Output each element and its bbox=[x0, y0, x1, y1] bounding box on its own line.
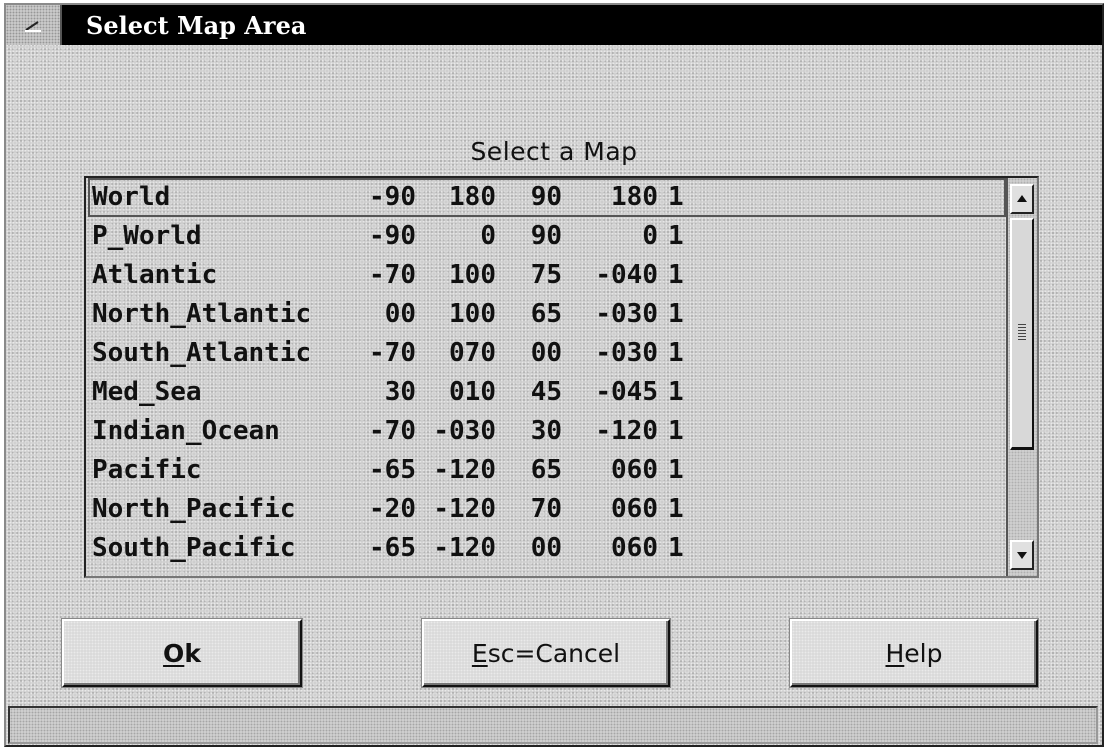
list-cell-a: -65 bbox=[369, 533, 416, 563]
list-cell-a: -90 bbox=[369, 221, 416, 251]
window-title: Select Map Area bbox=[86, 11, 307, 40]
list-cell-a: -70 bbox=[369, 338, 416, 368]
list-cell-a: -70 bbox=[369, 260, 416, 290]
scrollbar-thumb[interactable] bbox=[1010, 218, 1034, 450]
list-cell-d: -040 bbox=[595, 260, 658, 290]
list-cell-d: 0 bbox=[642, 221, 658, 251]
list-cell-e: 1 bbox=[668, 221, 684, 251]
ok-button[interactable]: Ok bbox=[62, 619, 302, 687]
list-cell-name: Atlantic bbox=[92, 260, 218, 290]
cancel-label-rest: sc=Cancel bbox=[487, 638, 621, 668]
list-cell-e: 1 bbox=[668, 416, 684, 446]
list-cell-c: 90 bbox=[530, 221, 562, 251]
list-item[interactable]: South_Pacific -65 -120 00 060 1 bbox=[88, 529, 1006, 568]
list-item[interactable]: South_Atlantic -70 070 00 -030 1 bbox=[88, 334, 1006, 373]
list-cell-b: 070 bbox=[449, 338, 496, 368]
list-cell-a: -65 bbox=[369, 455, 416, 485]
cancel-button-label: Esc=Cancel bbox=[472, 639, 620, 668]
help-label-rest: elp bbox=[904, 638, 943, 668]
list-cell-d: 060 bbox=[611, 533, 658, 563]
list-cell-e: 1 bbox=[668, 455, 684, 485]
window-menu-icon bbox=[25, 21, 41, 32]
list-item[interactable]: P_World -90 0 90 0 1 bbox=[88, 217, 1006, 256]
list-cell-name: South_Pacific bbox=[92, 533, 296, 563]
list-cell-d: -045 bbox=[595, 377, 658, 407]
list-cell-name: P_World bbox=[92, 221, 202, 251]
list-cell-a: 30 bbox=[384, 377, 416, 407]
list-cell-b: -120 bbox=[433, 455, 496, 485]
list-cell-b: -120 bbox=[433, 494, 496, 524]
system-menu-button[interactable] bbox=[6, 5, 62, 45]
help-mnemonic: H bbox=[885, 638, 905, 668]
list-cell-e: 1 bbox=[668, 299, 684, 329]
list-cell-c: 45 bbox=[530, 377, 562, 407]
list-cell-b: 010 bbox=[449, 377, 496, 407]
list-cell-a: 00 bbox=[384, 299, 416, 329]
list-item[interactable]: Atlantic -70 100 75 -040 1 bbox=[88, 256, 1006, 295]
vertical-scrollbar[interactable] bbox=[1006, 178, 1037, 576]
select-map-area-dialog: Select Map Area Select a Map World -90 180… bbox=[4, 3, 1104, 747]
list-cell-d: -030 bbox=[595, 338, 658, 368]
list-cell-a: -20 bbox=[369, 494, 416, 524]
arrow-down-icon bbox=[1017, 552, 1027, 559]
title-bar: Select Map Area bbox=[6, 5, 1102, 45]
list-cell-c: 30 bbox=[530, 416, 562, 446]
map-listbox[interactable]: World -90 180 90 180 1 P_World -90 0 90 0 1 Atlantic… bbox=[84, 176, 1039, 578]
list-cell-e: 1 bbox=[668, 338, 684, 368]
scroll-up-button[interactable] bbox=[1010, 184, 1034, 214]
list-cell-e: 1 bbox=[668, 260, 684, 290]
list-cell-b: 100 bbox=[449, 260, 496, 290]
ok-mnemonic: O bbox=[163, 638, 185, 668]
list-cell-d: 060 bbox=[611, 455, 658, 485]
list-cell-b: -120 bbox=[433, 533, 496, 563]
list-item[interactable]: Pacific -65 -120 65 060 1 bbox=[88, 451, 1006, 490]
list-cell-b: 100 bbox=[449, 299, 496, 329]
list-item[interactable]: World -90 180 90 180 1 bbox=[88, 178, 1006, 217]
list-cell-c: 00 bbox=[530, 338, 562, 368]
list-cell-b: 180 bbox=[449, 182, 496, 212]
list-item[interactable]: Indian_Ocean -70 -030 30 -120 1 bbox=[88, 412, 1006, 451]
ok-button-label: Ok bbox=[163, 639, 201, 668]
list-cell-name: North_Atlantic bbox=[92, 299, 312, 329]
list-cell-name: North_Pacific bbox=[92, 494, 296, 524]
scroll-down-button[interactable] bbox=[1010, 540, 1034, 570]
map-list: World -90 180 90 180 1 P_World -90 0 90 0 1 Atlantic… bbox=[88, 178, 1006, 568]
list-cell-d: 180 bbox=[611, 182, 658, 212]
list-cell-d: -120 bbox=[595, 416, 658, 446]
list-item[interactable]: North_Atlantic 00 100 65 -030 1 bbox=[88, 295, 1006, 334]
list-cell-c: 00 bbox=[530, 533, 562, 563]
list-cell-a: -90 bbox=[369, 182, 416, 212]
list-cell-b: 0 bbox=[480, 221, 496, 251]
ok-label-rest: k bbox=[184, 638, 201, 668]
arrow-up-icon bbox=[1017, 195, 1027, 202]
list-item[interactable]: Med_Sea 30 010 45 -045 1 bbox=[88, 373, 1006, 412]
list-cell-c: 65 bbox=[530, 455, 562, 485]
list-cell-name: Indian_Ocean bbox=[92, 416, 280, 446]
list-cell-name: South_Atlantic bbox=[92, 338, 312, 368]
list-cell-name: World bbox=[92, 182, 171, 212]
list-item[interactable]: North_Pacific -20 -120 70 060 1 bbox=[88, 490, 1006, 529]
help-button-label: Help bbox=[885, 639, 942, 668]
list-cell-c: 65 bbox=[530, 299, 562, 329]
cancel-mnemonic: E bbox=[471, 638, 488, 668]
list-cell-e: 1 bbox=[668, 377, 684, 407]
grip-icon bbox=[1018, 324, 1026, 340]
list-caption: Select a Map bbox=[470, 137, 638, 166]
help-button[interactable]: Help bbox=[790, 619, 1038, 687]
list-cell-name: Med_Sea bbox=[92, 377, 202, 407]
list-cell-d: 060 bbox=[611, 494, 658, 524]
cancel-button[interactable]: Esc=Cancel bbox=[422, 619, 670, 687]
list-cell-c: 75 bbox=[530, 260, 562, 290]
list-cell-name: Pacific bbox=[92, 455, 202, 485]
list-cell-a: -70 bbox=[369, 416, 416, 446]
list-cell-c: 90 bbox=[530, 182, 562, 212]
list-cell-e: 1 bbox=[668, 533, 684, 563]
list-cell-e: 1 bbox=[668, 494, 684, 524]
list-cell-e: 1 bbox=[668, 182, 684, 212]
status-bar bbox=[8, 706, 1098, 744]
list-cell-c: 70 bbox=[530, 494, 562, 524]
list-cell-d: -030 bbox=[595, 299, 658, 329]
list-cell-b: -030 bbox=[433, 416, 496, 446]
